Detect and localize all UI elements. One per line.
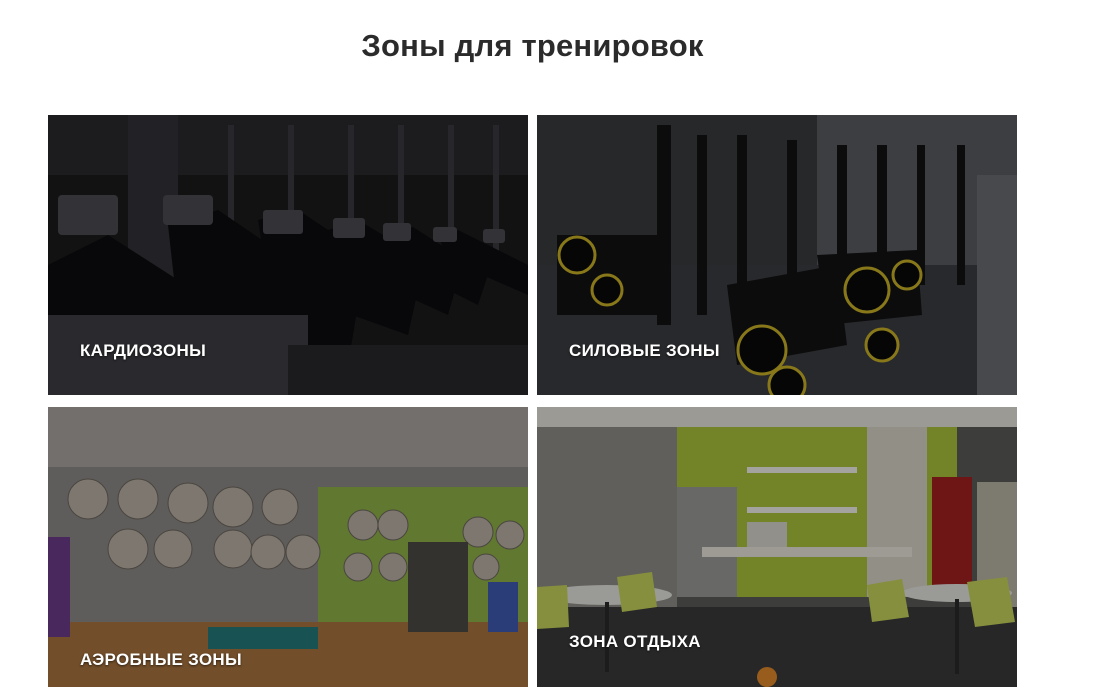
zone-label-strength: СИЛОВЫЕ ЗОНЫ xyxy=(569,341,720,360)
zone-label-aerobic: АЭРОБНЫЕ ЗОНЫ xyxy=(80,650,242,669)
zone-label-cardio: КАРДИОЗОНЫ xyxy=(80,341,207,360)
zone-card-strength[interactable]: СИЛОВЫЕ ЗОНЫ xyxy=(537,115,1017,395)
zone-card-cardio[interactable]: КАРДИОЗОНЫ xyxy=(48,115,528,395)
training-zones-section: Зоны для тренировок КАРДИОЗОНЫ СИЛОВЫЕ З… xyxy=(0,0,1113,698)
zone-label-rest: ЗОНА ОТДЫХА xyxy=(569,632,701,651)
zone-card-aerobic[interactable]: АЭРОБНЫЕ ЗОНЫ xyxy=(48,407,528,687)
zone-card-rest[interactable]: ЗОНА ОТДЫХА xyxy=(537,407,1017,687)
section-title: Зоны для тренировок xyxy=(361,28,704,63)
